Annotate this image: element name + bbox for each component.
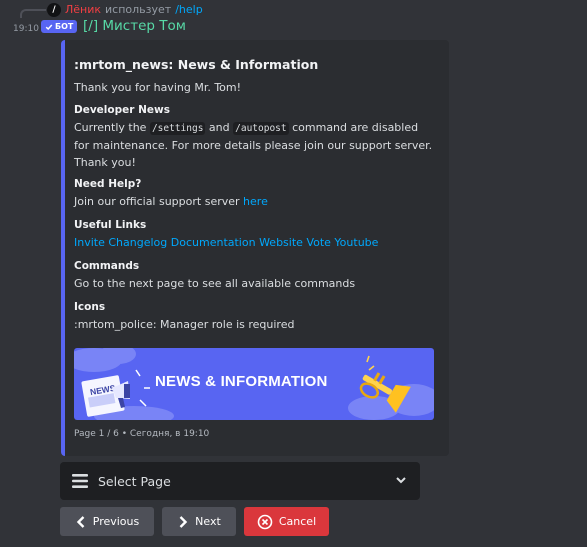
message-timestamp: 19:10 xyxy=(13,24,39,34)
select-page-dropdown[interactable]: Select Page xyxy=(60,462,420,500)
news-banner-image[interactable]: NEWS NEWS & INFORMATION xyxy=(74,348,434,420)
chevron-left-icon xyxy=(76,515,85,528)
field-useful-links: Useful Links Invite Changelog Documentat… xyxy=(74,217,436,251)
bot-tag-label: БОТ xyxy=(55,22,74,31)
field-name: Developer News xyxy=(74,104,170,116)
link-invite[interactable]: Invite xyxy=(74,236,105,249)
author-name[interactable]: [/] Мистер Том xyxy=(83,18,186,34)
field-value: :mrtom_police: Manager role is required xyxy=(74,318,295,331)
link-vote[interactable]: Vote xyxy=(306,236,330,249)
reply-command[interactable]: /help xyxy=(175,3,202,17)
chevron-down-icon xyxy=(396,477,406,484)
next-label: Next xyxy=(195,515,221,528)
link-website[interactable]: Website xyxy=(259,236,303,249)
link-documentation[interactable]: Documentation xyxy=(171,236,256,249)
embed-footer: Page 1 / 6 • Сегодня, в 19:10 xyxy=(74,429,210,439)
field-value: Currently the /settings and /autopost co… xyxy=(74,119,436,171)
reply-username[interactable]: Лёник xyxy=(65,3,101,17)
slash-command-icon: / xyxy=(47,3,61,17)
field-value: Join our official support server here xyxy=(74,193,436,210)
inline-code-settings: /settings xyxy=(149,122,206,135)
field-name: Useful Links xyxy=(74,219,147,231)
field-name: Commands xyxy=(74,260,140,272)
field-name: Icons xyxy=(74,301,106,313)
checkmark-icon xyxy=(45,24,53,30)
bot-tag: БОТ xyxy=(41,20,78,33)
previous-button[interactable]: Previous xyxy=(60,507,154,536)
support-server-link[interactable]: here xyxy=(243,195,268,208)
field-name: Need Help? xyxy=(74,178,142,190)
select-placeholder: Select Page xyxy=(98,473,171,489)
field-value: Go to the next page to see all available… xyxy=(74,277,356,290)
embed-title: :mrtom_news: News & Information xyxy=(74,57,319,72)
inline-code-autopost: /autopost xyxy=(233,122,289,135)
link-changelog[interactable]: Changelog xyxy=(108,236,167,249)
embed-description: Thank you for having Mr. Tom! xyxy=(74,81,242,94)
field-commands: Commands Go to the next page to see all … xyxy=(74,258,436,292)
field-text: Join our official support server xyxy=(74,195,240,208)
link-youtube[interactable]: Youtube xyxy=(334,236,378,249)
reply-uses-text: использует xyxy=(105,3,172,16)
close-circle-icon xyxy=(257,514,273,529)
chevron-right-icon xyxy=(179,515,188,528)
embed: :mrtom_news: News & Information Thank yo… xyxy=(61,40,449,456)
cancel-label: Cancel xyxy=(278,515,317,528)
next-button[interactable]: Next xyxy=(162,507,236,536)
field-value: Invite Changelog Documentation Website V… xyxy=(74,234,436,251)
menu-icon xyxy=(72,474,88,488)
sparkle-icon xyxy=(135,369,150,407)
cancel-button[interactable]: Cancel xyxy=(244,507,329,536)
field-developer-news: Developer News Currently the /settings a… xyxy=(74,102,436,171)
sound-lines-icon xyxy=(366,355,375,371)
field-need-help: Need Help? Join our official support ser… xyxy=(74,176,436,210)
reply-connector xyxy=(20,9,46,18)
field-text: and xyxy=(208,121,230,134)
banner-title: NEWS & INFORMATION xyxy=(155,373,328,390)
previous-label: Previous xyxy=(92,515,140,528)
field-text: Currently the xyxy=(74,121,147,134)
reply-reference[interactable]: / Лёник использует /help xyxy=(47,3,203,17)
field-icons: Icons :mrtom_police: Manager role is req… xyxy=(74,299,436,333)
